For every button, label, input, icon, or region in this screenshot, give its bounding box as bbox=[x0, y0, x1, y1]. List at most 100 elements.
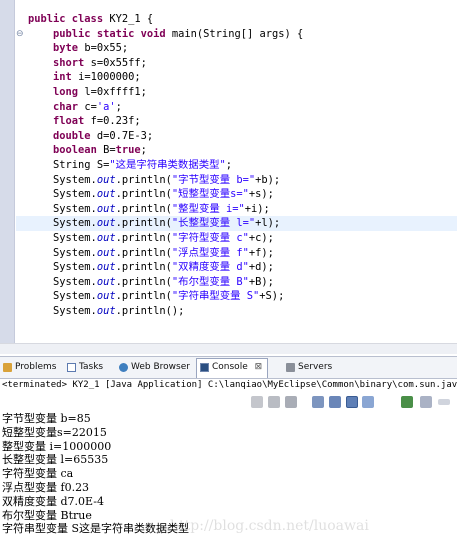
code-token: l=0xffff1; bbox=[84, 85, 147, 98]
code-token: +f); bbox=[248, 246, 274, 259]
close-icon[interactable]: ⊠ bbox=[255, 362, 263, 372]
code-token: .println( bbox=[115, 202, 172, 215]
code-token: char bbox=[53, 100, 85, 113]
open-console-icon[interactable] bbox=[401, 396, 413, 408]
web-browser-icon bbox=[119, 363, 128, 372]
console-output-line: 长整型变量 l=65535 bbox=[2, 453, 109, 467]
code-token: "浮点型变量 f" bbox=[171, 246, 249, 259]
console-view: Problems Tasks Web Browser Console ⊠ Ser… bbox=[0, 356, 457, 546]
tasks-icon bbox=[67, 363, 76, 372]
tab-console[interactable]: Console ⊠ bbox=[196, 358, 268, 378]
word-wrap-icon[interactable] bbox=[346, 396, 358, 408]
code-token: System. bbox=[28, 173, 97, 186]
code-token: .println( bbox=[115, 173, 172, 186]
code-token: System. bbox=[28, 246, 97, 259]
code-token: out bbox=[96, 188, 116, 201]
console-output-line: 布尔型变量 Btrue bbox=[2, 508, 92, 522]
console-output-line: 浮点型变量 f0.23 bbox=[2, 480, 90, 494]
console-icon bbox=[200, 363, 209, 372]
code-token: out bbox=[96, 304, 116, 317]
console-output[interactable]: 字节型变量 b=85 短整型变量s=22015 整型变量 i=1000000 长整型变… bbox=[2, 412, 189, 536]
tab-tasks[interactable]: Tasks bbox=[64, 359, 115, 376]
code-line: boolean B=true; bbox=[28, 143, 457, 158]
watermark: http://blog.csdn.net/luoawai bbox=[170, 518, 369, 534]
code-token: "字符型变量 c" bbox=[171, 231, 249, 244]
tab-servers[interactable]: Servers bbox=[283, 359, 343, 376]
remove-all-launches-icon[interactable] bbox=[285, 396, 297, 408]
console-output-line: 整型变量 i=1000000 bbox=[2, 439, 112, 453]
code-token: c= bbox=[84, 100, 97, 113]
tab-label: Web Browser bbox=[131, 362, 190, 372]
code-token: KY2_1 { bbox=[109, 13, 154, 25]
clear-console-icon[interactable] bbox=[312, 396, 324, 408]
code-token: out bbox=[96, 246, 116, 259]
code-token: out bbox=[96, 217, 116, 230]
code-token: ; bbox=[225, 158, 233, 171]
code-token: +b); bbox=[255, 173, 281, 186]
code-token: int bbox=[53, 71, 79, 84]
code-token: "字符串型变量 S" bbox=[171, 290, 260, 303]
code-token: "短整型变量s=" bbox=[171, 188, 249, 201]
code-line: public static void main(String[] args) { bbox=[28, 27, 457, 42]
terminate-icon[interactable] bbox=[251, 396, 263, 408]
problems-icon bbox=[3, 363, 12, 372]
code-line: int i=1000000; bbox=[28, 70, 457, 85]
code-token: long bbox=[53, 85, 85, 98]
tab-web-browser[interactable]: Web Browser bbox=[116, 359, 194, 376]
code-token: main(String[] args) { bbox=[171, 27, 304, 40]
code-token: +d); bbox=[248, 261, 274, 274]
code-token: +S); bbox=[259, 290, 285, 303]
code-token: String S= bbox=[28, 158, 110, 171]
code-token: i=1000000; bbox=[78, 71, 141, 84]
code-token: "整型变量 i=" bbox=[171, 202, 245, 215]
code-token: "布尔型变量 B" bbox=[171, 275, 249, 288]
collapse-icon[interactable]: ⊖ bbox=[16, 30, 24, 39]
code-token: double bbox=[53, 129, 97, 142]
code-token: .println( bbox=[115, 261, 172, 274]
code-token: public static void bbox=[53, 27, 172, 40]
code-line: System.out.println("整型变量 i="+i); bbox=[28, 202, 457, 217]
code-token: "这是字符串类数据类型" bbox=[109, 158, 226, 171]
code-line: System.out.println("浮点型变量 f"+f); bbox=[28, 246, 457, 261]
editor-horizontal-scrollbar[interactable] bbox=[0, 343, 457, 354]
code-line: System.out.println("字节型变量 b="+b); bbox=[28, 173, 457, 188]
minimize-icon[interactable] bbox=[438, 399, 450, 405]
code-token: f=0.23f; bbox=[90, 115, 141, 128]
code-token: B= bbox=[103, 144, 116, 157]
code-token: +s); bbox=[248, 188, 274, 201]
code-token: "双精度变量 d" bbox=[171, 261, 249, 274]
pin-console-icon[interactable] bbox=[362, 396, 374, 408]
servers-icon bbox=[286, 363, 295, 372]
console-output-line: 字节型变量 b=85 bbox=[2, 412, 91, 425]
code-line: System.out.println("长整型变量 l="+l); bbox=[16, 216, 457, 231]
code-token: public class bbox=[28, 13, 110, 25]
code-area[interactable]: public class KY2_1 { public static void … bbox=[16, 12, 457, 318]
tab-label: Problems bbox=[15, 362, 57, 372]
editor-gutter bbox=[0, 0, 15, 352]
code-token: +c); bbox=[248, 231, 274, 244]
code-token: .println( bbox=[115, 275, 172, 288]
code-token: .println( bbox=[115, 231, 172, 244]
code-line: System.out.println("双精度变量 d"+d); bbox=[28, 260, 457, 275]
code-token: "长整型变量 l=" bbox=[171, 217, 256, 230]
remove-launch-icon[interactable] bbox=[268, 396, 280, 408]
code-editor[interactable]: ⊖ public class KY2_1 { public static voi… bbox=[0, 0, 457, 354]
scroll-lock-icon[interactable] bbox=[329, 396, 341, 408]
code-token: +l); bbox=[255, 217, 281, 230]
code-token: out bbox=[96, 173, 116, 186]
display-selected-console-icon[interactable] bbox=[420, 396, 432, 408]
code-token: System. bbox=[28, 275, 97, 288]
code-token: System. bbox=[28, 231, 97, 244]
tab-problems[interactable]: Problems bbox=[0, 359, 62, 376]
code-line: float f=0.23f; bbox=[28, 114, 457, 129]
console-output-line: 短整型变量s=22015 bbox=[2, 425, 107, 439]
tab-label: Console bbox=[212, 362, 248, 372]
code-token: System. bbox=[28, 188, 97, 201]
code-line: System.out.println("字符串型变量 S"+S); bbox=[28, 289, 457, 304]
code-line: System.out.println("字符型变量 c"+c); bbox=[28, 231, 457, 246]
code-token: .println( bbox=[115, 217, 172, 230]
